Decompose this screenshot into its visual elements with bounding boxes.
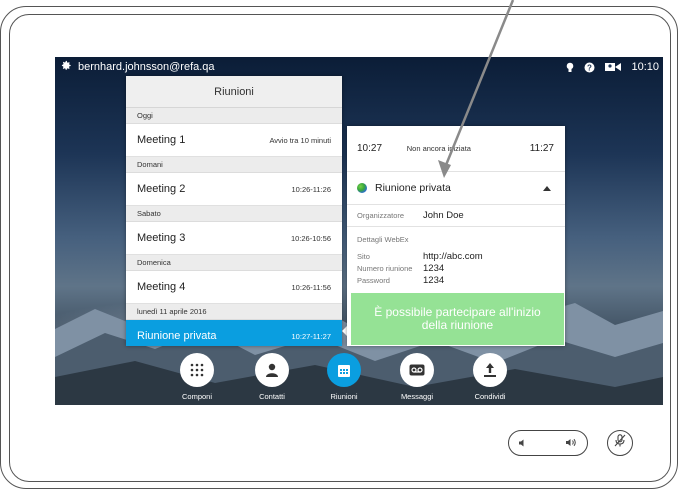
meeting-time: 10:27-11:27 (291, 331, 331, 341)
meetings-button[interactable]: Riunioni (314, 353, 374, 401)
status-bar: bernhard.johnsson@refa.qa ? 10:10 (55, 57, 663, 77)
meeting-title: Meeting 3 (137, 232, 186, 244)
day-header: Domani (126, 157, 342, 173)
username[interactable]: bernhard.johnsson@refa.qa (78, 61, 215, 73)
bottom-toolbar: Componi Contatti Riunioni Messaggi Condi… (55, 353, 663, 405)
day-header: lunedì 11 aprile 2016 (126, 304, 342, 320)
meeting-number-label: Numero riunione (357, 263, 413, 273)
meeting-title: Meeting 4 (137, 281, 186, 293)
detail-title-row[interactable]: Riunione privata (347, 172, 565, 205)
svg-text:?: ? (588, 63, 593, 72)
person-icon (255, 353, 289, 387)
share-button[interactable]: Condividi (460, 353, 520, 401)
gear-icon[interactable] (61, 60, 72, 74)
detail-time-row: 10:27 Non ancora iniziata 11:27 (347, 126, 565, 172)
day-header: Domenica (126, 255, 342, 271)
lightbulb-icon[interactable] (566, 62, 574, 73)
microphone-mute-icon (614, 434, 626, 452)
meeting-row[interactable]: Meeting 1 Avvio tra 10 minuti (126, 124, 342, 157)
contacts-label: Contatti (259, 392, 285, 401)
organizer-label: Organizzatore (357, 211, 405, 220)
meeting-status: Non ancora iniziata (406, 144, 471, 153)
share-label: Condividi (474, 392, 506, 401)
meeting-row[interactable]: Meeting 2 10:26-11:26 (126, 173, 342, 206)
mute-button[interactable] (607, 430, 633, 456)
meetings-label: Riunioni (330, 392, 358, 401)
meeting-title: Meeting 2 (137, 183, 186, 195)
meeting-row[interactable]: Meeting 4 10:26-11:56 (126, 271, 342, 304)
organizer-row: Organizzatore John Doe (347, 205, 565, 227)
meeting-time: 10:26-10:56 (290, 233, 331, 243)
meeting-number-value: 1234 (423, 262, 445, 274)
dial-label: Componi (181, 392, 212, 401)
keypad-icon (180, 353, 214, 387)
caret-up-icon[interactable] (543, 185, 551, 191)
password-row: Password 1234 (347, 274, 565, 286)
day-header: Sabato (126, 206, 342, 222)
meeting-time: 10:26-11:56 (291, 282, 331, 292)
start-time: 10:27 (357, 143, 383, 154)
meeting-number-row: Numero riunione 1234 (347, 262, 565, 274)
site-row: Sito http://abc.com (347, 250, 565, 262)
password-value: 1234 (423, 274, 445, 286)
dial-button[interactable]: Componi (167, 353, 227, 401)
meeting-row[interactable]: Meeting 3 10:26-10:56 (126, 222, 342, 255)
detail-title: Riunione privata (375, 182, 451, 194)
share-icon (473, 353, 507, 387)
meeting-row-selected[interactable]: Riunione privata 10:27-11:27 (126, 320, 342, 346)
meetings-panel: Riunioni Oggi Meeting 1 Avvio tra 10 min… (126, 76, 342, 346)
messages-button[interactable]: Messaggi (387, 353, 447, 401)
volume-down-icon[interactable] (519, 434, 527, 452)
end-time: 11:27 (529, 143, 554, 154)
join-info-toast: È possibile partecipare all'inizio della… (351, 293, 564, 345)
webex-label: Dettagli WebEx (357, 235, 409, 244)
calendar-icon (327, 353, 361, 387)
site-label: Sito (357, 251, 370, 261)
site-value[interactable]: http://abc.com (423, 251, 483, 262)
volume-up-icon[interactable] (566, 434, 577, 452)
organizer-value: John Doe (423, 210, 464, 221)
meeting-time: Avvio tra 10 minuti (269, 135, 331, 145)
camera-icon[interactable] (605, 62, 622, 72)
clock: 10:10 (631, 61, 659, 73)
volume-control[interactable] (508, 430, 588, 456)
help-icon[interactable]: ? (584, 62, 595, 73)
touch-screen: bernhard.johnsson@refa.qa ? 10:10 Riunio… (55, 57, 663, 405)
password-label: Password (357, 275, 390, 285)
meeting-title: Meeting 1 (137, 134, 186, 146)
globe-icon (357, 183, 367, 193)
voicemail-icon (400, 353, 434, 387)
contacts-button[interactable]: Contatti (242, 353, 302, 401)
messages-label: Messaggi (400, 392, 434, 401)
meeting-time: 10:26-11:26 (291, 184, 331, 194)
day-header: Oggi (126, 108, 342, 124)
meetings-panel-title: Riunioni (126, 76, 342, 108)
meeting-title: Riunione privata (137, 330, 217, 342)
